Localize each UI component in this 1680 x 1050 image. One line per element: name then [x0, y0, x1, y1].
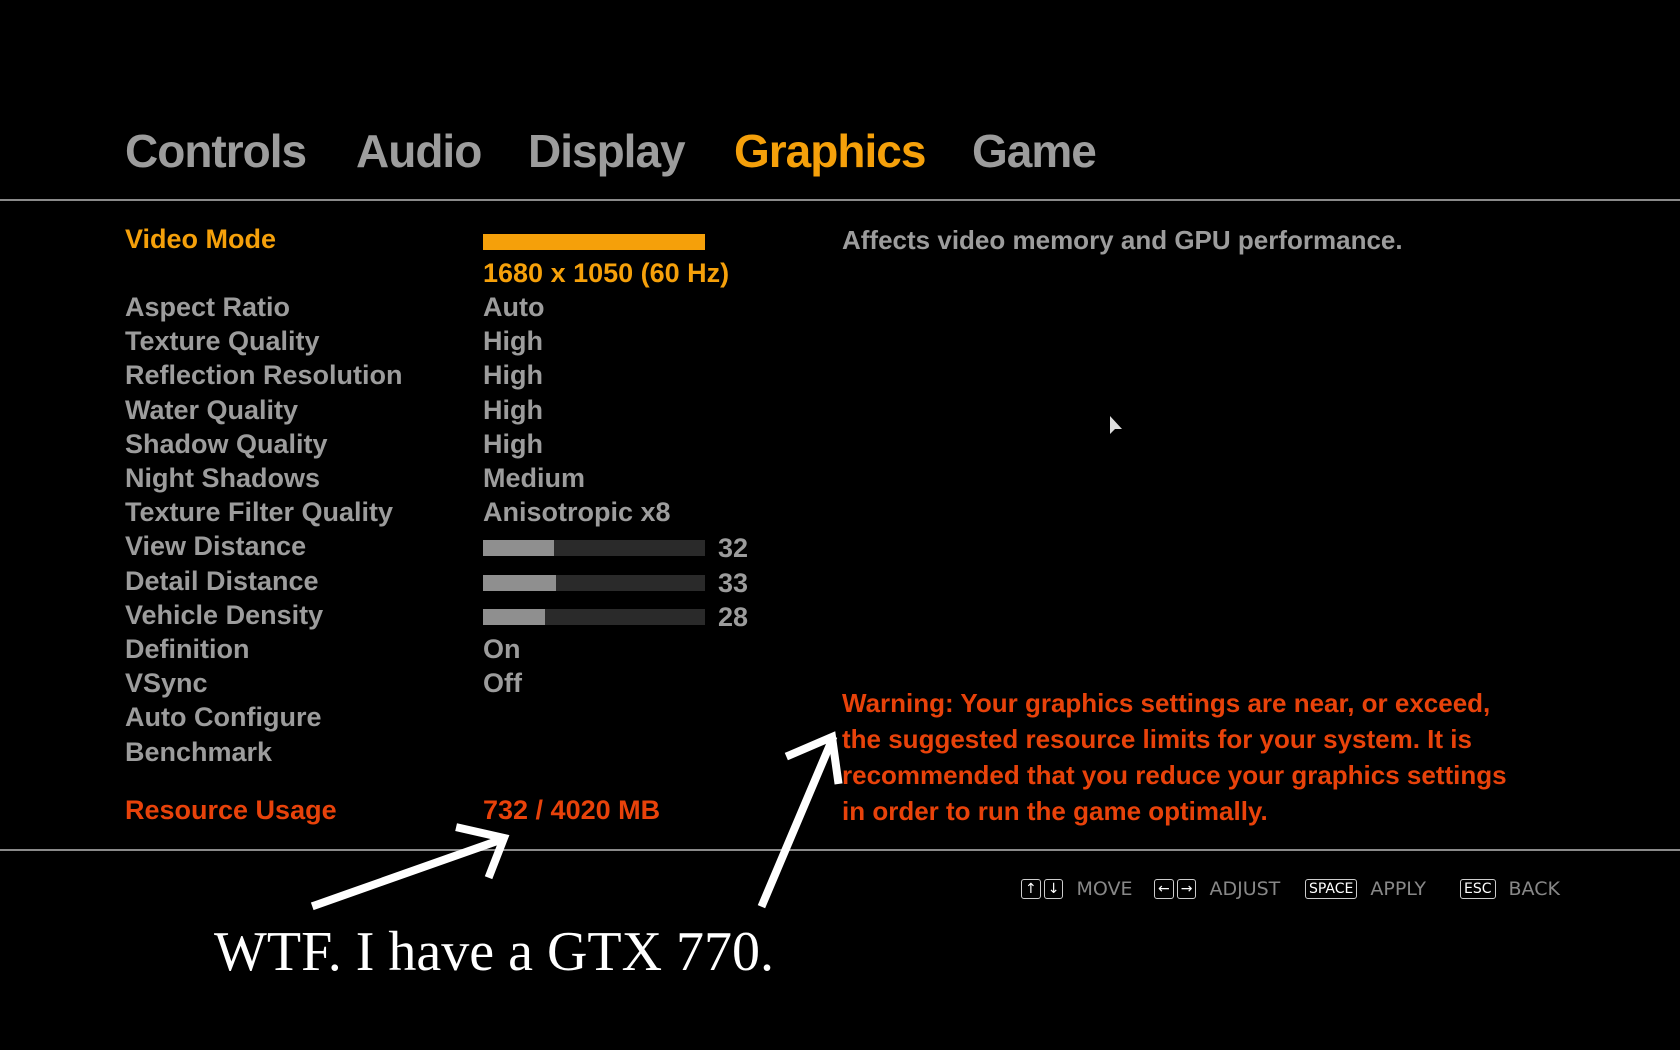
arrow-to-resource-usage: [310, 834, 506, 911]
handwritten-annotation: WTF. I have a GTX 770.: [214, 921, 775, 983]
arrow-to-warning: [757, 734, 838, 909]
annotation-arrows: [310, 731, 843, 911]
